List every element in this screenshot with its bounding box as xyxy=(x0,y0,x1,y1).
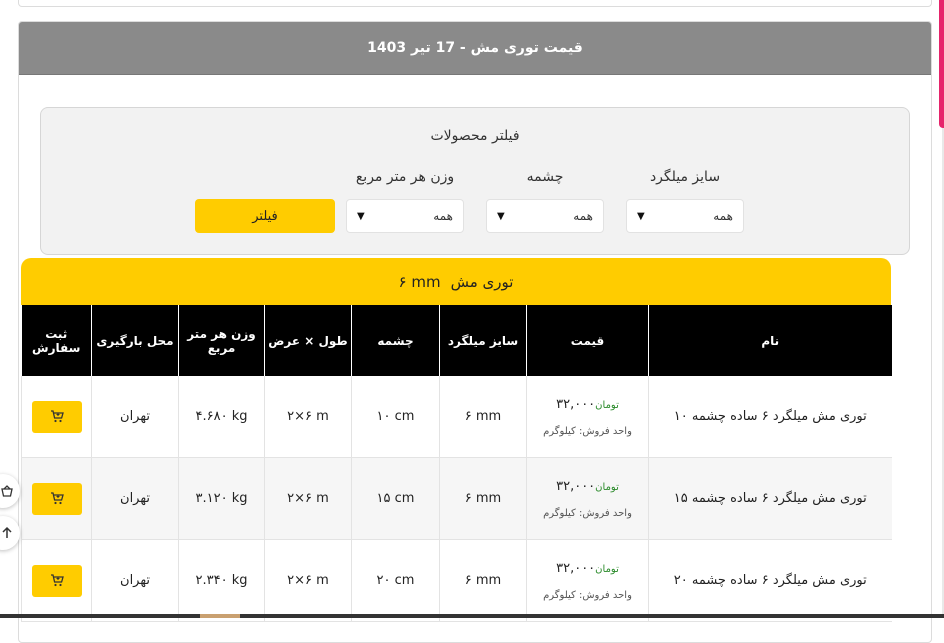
sale-unit: واحد فروش: کیلوگرم xyxy=(543,425,632,437)
side-accent-tab[interactable] xyxy=(939,0,944,128)
scroll-top-button[interactable] xyxy=(0,516,20,550)
column-header-price[interactable]: قیمت xyxy=(526,305,649,376)
add-to-cart-button[interactable] xyxy=(31,564,82,597)
dimensions: ۲×۶ m xyxy=(264,539,352,622)
page-title: قیمت توری مش - 17 تیر 1403 xyxy=(19,22,931,75)
sale-unit: واحد فروش: کیلوگرم xyxy=(543,589,632,601)
products-table: نام قیمت سایز میلگرد چشمه طول × عرض وزن … xyxy=(21,305,892,622)
table-header-row: نام قیمت سایز میلگرد چشمه طول × عرض وزن … xyxy=(21,305,892,376)
size-filter-select[interactable]: همه ▼ xyxy=(626,199,744,233)
column-header-location[interactable]: محل بارگیری xyxy=(91,305,179,376)
filter-title: فیلتر محصولات xyxy=(430,128,520,144)
rebar-size: ۶ mm xyxy=(439,376,527,458)
price-currency: تومان xyxy=(595,481,619,493)
bottom-bar xyxy=(0,614,944,618)
chevron-down-icon: ▼ xyxy=(637,210,645,222)
mesh-filter-select[interactable]: همه ▼ xyxy=(486,199,604,233)
price-value: ۳۲,۰۰۰ xyxy=(556,478,596,494)
price-value: ۳۲,۰۰۰ xyxy=(556,560,596,576)
section-title: توری مش ۶ mm xyxy=(21,258,891,305)
price-cell: تومان۳۲,۰۰۰ واحد فروش: کیلوگرم xyxy=(526,376,649,458)
column-header-order[interactable]: ثبت سفارش xyxy=(21,305,92,376)
order-cell xyxy=(21,376,92,458)
rebar-size: ۶ mm xyxy=(439,457,527,540)
table-row: توری مش میلگرد ۶ ساده چشمه ۱۵ تومان۳۲,۰۰… xyxy=(21,457,892,540)
sale-unit: واحد فروش: کیلوگرم xyxy=(543,507,632,519)
price-currency: تومان xyxy=(595,399,619,411)
price-value: ۳۲,۰۰۰ xyxy=(556,396,596,412)
size-filter-label: سایز میلگرد xyxy=(649,169,721,185)
column-header-name[interactable]: نام xyxy=(648,305,892,376)
rebar-size: ۶ mm xyxy=(439,539,527,622)
product-name[interactable]: توری مش میلگرد ۶ ساده چشمه ۱۵ xyxy=(648,457,892,540)
column-header-dimensions[interactable]: طول × عرض xyxy=(264,305,352,376)
mesh-filter-label: چشمه xyxy=(526,169,564,185)
column-header-rebar-size[interactable]: سایز میلگرد xyxy=(439,305,527,376)
dimensions: ۲×۶ m xyxy=(264,457,352,540)
mesh-size: ۲۰ cm xyxy=(351,539,440,622)
location: تهران xyxy=(91,539,179,622)
cart-icon xyxy=(50,574,64,587)
table-row: توری مش میلگرد ۶ ساده چشمه ۱۰ تومان۳۲,۰۰… xyxy=(21,376,892,458)
chevron-down-icon: ▼ xyxy=(497,210,505,222)
mesh-filter-value: همه xyxy=(573,209,593,223)
weight-filter-value: همه xyxy=(433,209,453,223)
weight: ۲.۳۴۰ kg xyxy=(178,539,265,622)
add-to-cart-button[interactable] xyxy=(31,482,82,515)
cart-icon xyxy=(50,492,64,505)
order-cell xyxy=(21,539,92,622)
table-row: توری مش میلگرد ۶ ساده چشمه ۲۰ تومان۳۲,۰۰… xyxy=(21,539,892,622)
dimensions: ۲×۶ m xyxy=(264,376,352,458)
price-cell: تومان۳۲,۰۰۰ واحد فروش: کیلوگرم xyxy=(526,539,649,622)
size-filter-value: همه xyxy=(713,209,733,223)
side-basket-button[interactable] xyxy=(0,474,20,508)
cart-icon xyxy=(50,410,64,423)
weight: ۳.۱۲۰ kg xyxy=(178,457,265,540)
product-section: توری مش ۶ mm نام قیمت سایز میلگرد چشمه ط… xyxy=(21,258,892,622)
chevron-down-icon: ▼ xyxy=(357,210,365,222)
column-header-mesh[interactable]: چشمه xyxy=(351,305,440,376)
column-header-weight[interactable]: وزن هر متر مربع xyxy=(178,305,265,376)
weight-filter-label: وزن هر متر مربع xyxy=(355,169,455,185)
basket-icon xyxy=(1,485,13,497)
filter-button[interactable]: فیلتر xyxy=(195,199,335,233)
price-currency: تومان xyxy=(595,563,619,575)
location: تهران xyxy=(91,457,179,540)
mesh-size: ۱۵ cm xyxy=(351,457,440,540)
add-to-cart-button[interactable] xyxy=(31,400,82,433)
section-title-text: توری مش xyxy=(450,272,514,291)
top-card-edge xyxy=(18,0,932,7)
location: تهران xyxy=(91,376,179,458)
mesh-size: ۱۰ cm xyxy=(351,376,440,458)
price-cell: تومان۳۲,۰۰۰ واحد فروش: کیلوگرم xyxy=(526,457,649,540)
arrow-up-icon xyxy=(2,526,12,538)
section-size: ۶ mm xyxy=(398,272,441,291)
product-name[interactable]: توری مش میلگرد ۶ ساده چشمه ۲۰ xyxy=(648,539,892,622)
filter-panel: فیلتر محصولات سایز میلگرد چشمه وزن هر مت… xyxy=(40,107,910,255)
weight-filter-select[interactable]: همه ▼ xyxy=(346,199,464,233)
product-name[interactable]: توری مش میلگرد ۶ ساده چشمه ۱۰ xyxy=(648,376,892,458)
weight: ۴.۶۸۰ kg xyxy=(178,376,265,458)
order-cell xyxy=(21,457,92,540)
